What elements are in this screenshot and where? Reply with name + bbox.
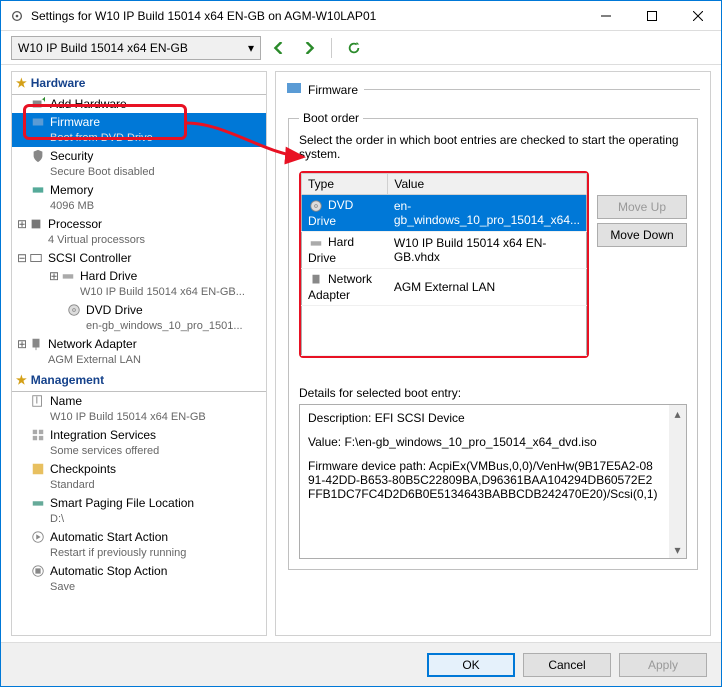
tree-firmware[interactable]: FirmwareBoot from DVD Drive <box>12 113 266 147</box>
dvd-icon <box>308 198 324 214</box>
divider <box>331 38 332 58</box>
scsi-icon <box>28 250 44 266</box>
boot-description: Select the order in which boot entries a… <box>299 133 687 161</box>
main-title: Firmware <box>308 83 358 97</box>
security-icon <box>30 148 46 164</box>
nav-forward-button[interactable] <box>297 36 321 60</box>
col-value[interactable]: Value <box>388 174 587 195</box>
move-down-button[interactable]: Move Down <box>597 223 687 247</box>
scrollbar[interactable]: ▴ ▾ <box>669 405 686 558</box>
section-hardware: ★ Hardware <box>12 72 266 95</box>
details-path: Firmware device path: AcpiEx(VMBus,0,0)/… <box>308 459 658 501</box>
col-type[interactable]: Type <box>302 174 388 195</box>
processor-icon <box>28 216 44 232</box>
tree-hard-drive[interactable]: ⊞ Hard DriveW10 IP Build 15014 x64 EN-GB… <box>12 267 266 301</box>
hardware-star-icon: ★ <box>16 76 27 90</box>
move-up-button[interactable]: Move Up <box>597 195 687 219</box>
expand-icon[interactable]: ⊞ <box>16 216 28 232</box>
details-label: Details for selected boot entry: <box>299 386 687 400</box>
management-star-icon: ★ <box>16 373 27 387</box>
name-icon: I <box>30 393 46 409</box>
sidebar[interactable]: ★ Hardware ✦ Add Hardware FirmwareBoot f… <box>11 71 267 636</box>
collapse-icon[interactable]: ⊟ <box>16 250 28 266</box>
dvd-icon <box>66 302 82 318</box>
tree-paging[interactable]: Smart Paging File LocationD:\ <box>12 494 266 528</box>
tree-dvd-drive[interactable]: DVD Driveen-gb_windows_10_pro_1501... <box>12 301 266 335</box>
svg-text:✦: ✦ <box>41 97 45 106</box>
nav-back-button[interactable] <box>267 36 291 60</box>
tree-auto-stop[interactable]: Automatic Stop ActionSave <box>12 562 266 596</box>
cancel-button[interactable]: Cancel <box>523 653 611 677</box>
boot-row-hard-drive[interactable]: Hard Drive W10 IP Build 15014 x64 EN-GB.… <box>302 232 587 269</box>
boot-legend: Boot order <box>299 111 363 125</box>
boot-table[interactable]: Type Value DVD Drive en-gb_windows_10_pr… <box>301 173 587 356</box>
divider <box>364 89 700 90</box>
firmware-header-icon <box>286 80 302 99</box>
boot-order-group: Boot order Select the order in which boo… <box>288 111 698 570</box>
hard-drive-icon <box>60 268 76 284</box>
auto-stop-icon <box>30 563 46 579</box>
close-button[interactable] <box>675 1 721 31</box>
scroll-down-icon[interactable]: ▾ <box>669 541 686 558</box>
section-management: ★ Management <box>12 369 266 392</box>
tree-security[interactable]: SecuritySecure Boot disabled <box>12 147 266 181</box>
expand-icon[interactable]: ⊞ <box>48 268 60 284</box>
hard-drive-icon <box>308 235 324 251</box>
chevron-down-icon: ▾ <box>248 41 254 55</box>
minimize-button[interactable] <box>583 1 629 31</box>
paging-icon <box>30 495 46 511</box>
boot-row-dvd[interactable]: DVD Drive en-gb_windows_10_pro_15014_x64… <box>302 195 587 232</box>
maximize-button[interactable] <box>629 1 675 31</box>
tree-auto-start[interactable]: Automatic Start ActionRestart if previou… <box>12 528 266 562</box>
tree-memory[interactable]: Memory4096 MB <box>12 181 266 215</box>
titlebar: Settings for W10 IP Build 15014 x64 EN-G… <box>1 1 721 31</box>
details-box: Description: EFI SCSI Device Value: F:\e… <box>299 404 687 559</box>
footer: OK Cancel Apply <box>1 642 721 686</box>
memory-icon <box>30 182 46 198</box>
tree-integration[interactable]: Integration ServicesSome services offere… <box>12 426 266 460</box>
tree-network-adapter[interactable]: ⊞ Network AdapterAGM External LAN <box>12 335 266 369</box>
vm-selector-label: W10 IP Build 15014 x64 EN-GB <box>18 41 188 55</box>
scroll-up-icon[interactable]: ▴ <box>669 405 686 422</box>
checkpoints-icon <box>30 461 46 477</box>
expand-icon[interactable]: ⊞ <box>16 336 28 352</box>
ok-button[interactable]: OK <box>427 653 515 677</box>
vm-selector[interactable]: W10 IP Build 15014 x64 EN-GB ▾ <box>11 36 261 60</box>
network-icon <box>308 272 324 288</box>
refresh-button[interactable] <box>342 36 366 60</box>
tree-name[interactable]: I NameW10 IP Build 15014 x64 EN-GB <box>12 392 266 426</box>
window-title: Settings for W10 IP Build 15014 x64 EN-G… <box>31 9 583 23</box>
tree-add-hardware[interactable]: ✦ Add Hardware <box>12 95 266 113</box>
svg-text:I: I <box>35 395 38 407</box>
details-value: Value: F:\en-gb_windows_10_pro_15014_x64… <box>308 435 658 449</box>
details-description: Description: EFI SCSI Device <box>308 411 658 425</box>
boot-row-network[interactable]: Network Adapter AGM External LAN <box>302 269 587 306</box>
integration-icon <box>30 427 46 443</box>
tree-checkpoints[interactable]: CheckpointsStandard <box>12 460 266 494</box>
main-panel: Firmware Boot order Select the order in … <box>275 71 711 636</box>
tree-scsi[interactable]: ⊟ SCSI Controller <box>12 249 266 267</box>
settings-icon <box>9 8 25 24</box>
toolbar: W10 IP Build 15014 x64 EN-GB ▾ <box>1 31 721 65</box>
auto-start-icon <box>30 529 46 545</box>
firmware-icon <box>30 114 46 130</box>
network-icon <box>28 336 44 352</box>
apply-button[interactable]: Apply <box>619 653 707 677</box>
tree-processor[interactable]: ⊞ Processor4 Virtual processors <box>12 215 266 249</box>
add-hardware-icon: ✦ <box>30 96 46 112</box>
